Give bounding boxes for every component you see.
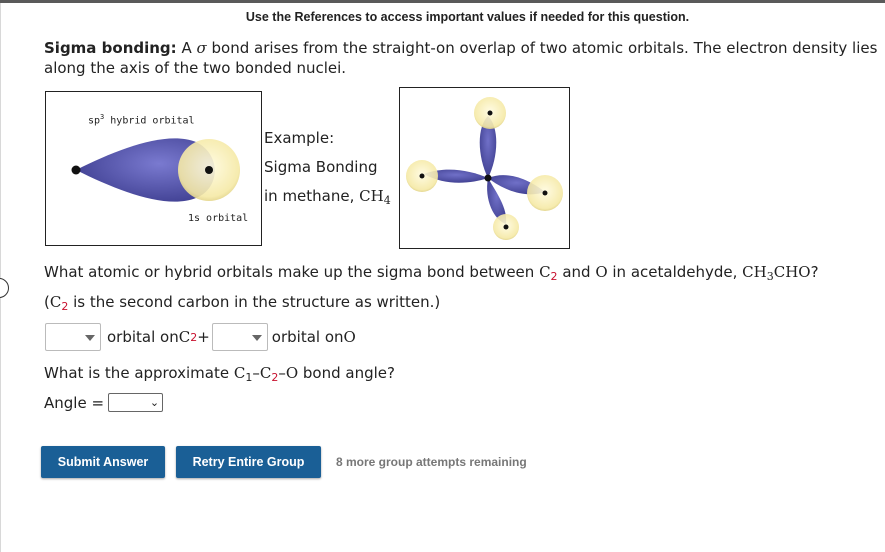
- example-line-2: Sigma Bonding: [264, 158, 378, 176]
- angle-select[interactable]: ⌄: [108, 393, 164, 412]
- intro-title: Sigma bonding:: [44, 39, 177, 57]
- question-angle: What is the approximate C1–C2–O bond ang…: [44, 364, 395, 384]
- example-line-3: in methane, CH4: [264, 187, 391, 207]
- side-handle[interactable]: [0, 278, 9, 298]
- orbital-label-2: orbital on: [271, 328, 344, 346]
- orbital-label-1: orbital on: [107, 328, 179, 346]
- methane-drawing: [406, 97, 563, 240]
- intro-paragraph: Sigma bonding: A σ bond arises from the …: [44, 38, 879, 78]
- sigma-symbol: σ: [196, 39, 207, 57]
- orbital-c2-dropdown[interactable]: [45, 323, 101, 351]
- chevron-down-icon: [251, 335, 262, 341]
- plus-sign: +: [197, 328, 210, 346]
- carbon-nucleus: [484, 174, 492, 182]
- chevron-down-icon: [85, 335, 95, 341]
- sp3-1s-figure: sp3 hybrid orbital 1s orbital: [45, 91, 262, 246]
- example-line-1: Example:: [264, 129, 335, 147]
- orbital-o-dropdown[interactable]: [211, 323, 268, 351]
- h-nucleus-left: [419, 173, 425, 179]
- angle-label: Angle =: [44, 393, 105, 412]
- intro-text: A: [176, 39, 197, 57]
- methane-figure: [399, 87, 570, 249]
- hybrid-nucleus: [71, 165, 81, 175]
- top-border: [0, 0, 885, 3]
- example-caption: Example: Sigma Bonding in methane, CH4: [264, 124, 391, 215]
- question-note: (C2 is the second carbon in the structur…: [44, 293, 441, 313]
- question-orbitals: What atomic or hybrid orbitals make up t…: [44, 263, 819, 283]
- angle-row: Angle = ⌄: [44, 393, 164, 412]
- orbital-answer-row: orbital on C2 + orbital on O: [45, 322, 356, 352]
- 1s-label: 1s orbital: [188, 213, 249, 224]
- references-note: Use the References to access important v…: [245, 10, 690, 24]
- atom-c: C: [178, 328, 191, 346]
- h-nucleus-right: [542, 190, 548, 196]
- s-nucleus: [205, 166, 213, 174]
- h-nucleus-bottom: [503, 224, 509, 230]
- h-nucleus-top: [487, 110, 493, 116]
- attempts-remaining: 8 more group attempts remaining: [336, 455, 527, 469]
- atom-o: O: [343, 328, 356, 346]
- chevron-down-icon: ⌄: [149, 396, 160, 409]
- retry-group-button[interactable]: Retry Entire Group: [176, 446, 321, 478]
- submit-answer-button[interactable]: Submit Answer: [41, 446, 165, 478]
- methane-formula: CH: [359, 187, 384, 205]
